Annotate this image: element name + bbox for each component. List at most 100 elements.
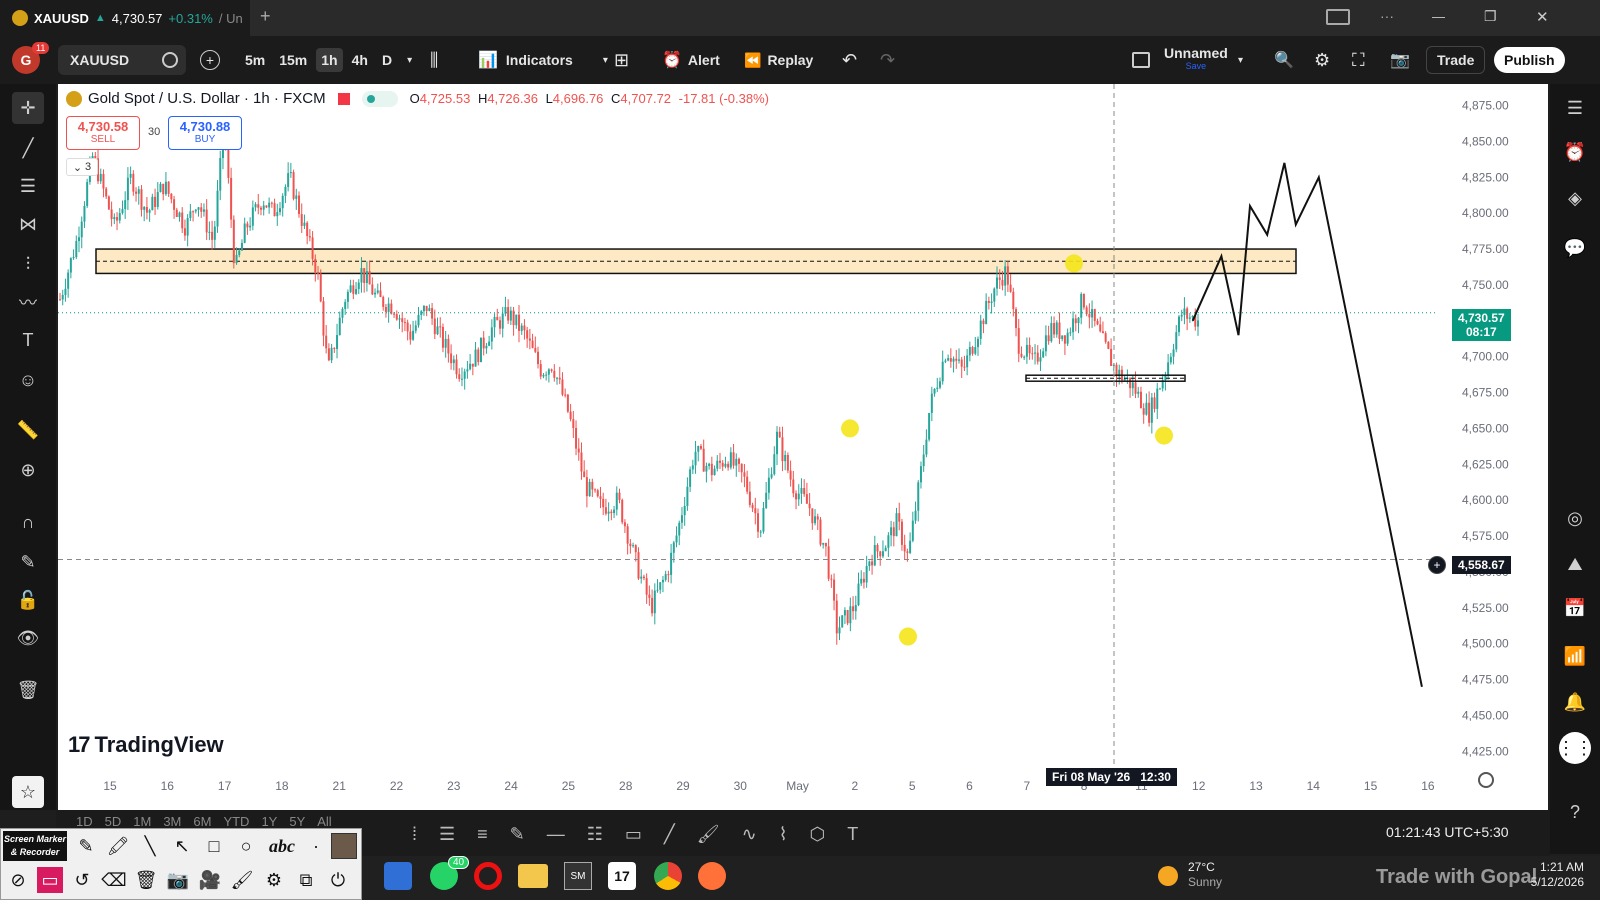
- help-icon[interactable]: ?: [1559, 796, 1591, 828]
- pen-icon[interactable]: ✎: [73, 833, 99, 859]
- settings-icon[interactable]: ⚙: [1314, 50, 1330, 71]
- resistance-zone[interactable]: [95, 248, 1297, 275]
- channel-icon[interactable]: ☷: [587, 824, 603, 845]
- eraser-icon[interactable]: ⌫: [101, 867, 127, 893]
- range-1y[interactable]: 1Y: [261, 814, 277, 829]
- replay-button[interactable]: ⏪ Replay: [744, 36, 813, 84]
- fullscreen-icon[interactable]: ⛶: [1352, 50, 1365, 71]
- rectangle-icon[interactable]: □: [201, 833, 227, 859]
- circle-icon[interactable]: ○: [233, 833, 259, 859]
- lock-icon[interactable]: 🔓: [12, 584, 44, 616]
- chevron-down-icon[interactable]: ▾: [1238, 55, 1243, 66]
- window-icon[interactable]: ⧉: [293, 867, 319, 893]
- trash-icon[interactable]: 🗑: [133, 867, 159, 893]
- gear-icon[interactable]: ⚙: [261, 867, 287, 893]
- chevron-down-icon[interactable]: ▾: [407, 55, 412, 66]
- dot-icon[interactable]: ·: [303, 833, 329, 859]
- bell-icon[interactable]: 🔔: [1559, 686, 1591, 718]
- chrome-icon[interactable]: [654, 862, 682, 890]
- quick-search-icon[interactable]: 🔍: [1274, 50, 1294, 70]
- minimize-button[interactable]: —: [1432, 9, 1445, 24]
- opera-icon[interactable]: [474, 862, 502, 890]
- rectangle-icon[interactable]: ▭: [625, 824, 642, 845]
- forecast-icon[interactable]: ⫶: [12, 248, 44, 280]
- polygon-icon[interactable]: ⬡: [810, 824, 826, 845]
- camera-icon[interactable]: 📷: [165, 867, 191, 893]
- curve-icon[interactable]: ∿: [742, 824, 757, 845]
- system-clock[interactable]: 1:21 AM 5/12/2026: [1488, 860, 1584, 890]
- price-chart[interactable]: 4,425.00 4,450.00 4,475.00 4,500.00 4,525.00…: [58, 84, 1548, 810]
- watchlist-icon[interactable]: ☰: [1559, 92, 1591, 124]
- flag-icon[interactable]: [337, 92, 350, 105]
- monitor-icon[interactable]: ▭: [37, 867, 63, 893]
- chart-pane[interactable]: 4,425.00 4,450.00 4,475.00 4,500.00 4,525.00…: [58, 84, 1548, 810]
- user-avatar[interactable]: G 11: [12, 36, 50, 84]
- range-ytd[interactable]: YTD: [223, 814, 249, 829]
- fib-icon[interactable]: ☰: [12, 170, 44, 202]
- lines-icon[interactable]: ☰: [439, 824, 455, 845]
- zoom-icon[interactable]: ⊕: [12, 454, 44, 486]
- target-icon[interactable]: ◎: [1559, 502, 1591, 534]
- power-icon[interactable]: ⏻: [325, 867, 351, 893]
- sell-button[interactable]: 4,730.58 SELL: [66, 116, 140, 150]
- settings-icon[interactable]: [1478, 772, 1494, 788]
- chart-type-icon[interactable]: ⫼: [430, 50, 438, 71]
- chevron-down-icon[interactable]: ▾: [603, 55, 608, 66]
- lock-pencil-icon[interactable]: ✎: [12, 546, 44, 578]
- symbol-search[interactable]: XAUUSD: [58, 45, 186, 75]
- store-icon[interactable]: [384, 862, 412, 890]
- legend-title[interactable]: Gold Spot / U.S. Dollar · 1h · FXCM: [88, 90, 326, 107]
- arrow-icon[interactable]: ↖: [169, 833, 195, 859]
- screenmarker-app-icon[interactable]: SM: [564, 862, 592, 890]
- range-3m[interactable]: 3M: [163, 814, 181, 829]
- indicators-button[interactable]: 📊 Indicators ▾: [478, 36, 608, 84]
- market-status-icon[interactable]: [361, 90, 398, 107]
- marker-icon[interactable]: 🖍: [105, 833, 131, 859]
- brush-icon[interactable]: 〰: [12, 286, 44, 318]
- line-icon[interactable]: ╲: [137, 833, 163, 859]
- ruler-icon[interactable]: 📏: [12, 414, 44, 446]
- apps-grid-icon[interactable]: ⋮⋮: [1557, 732, 1593, 764]
- text-icon[interactable]: T: [847, 824, 858, 845]
- chart-tab[interactable]: XAUUSD ▲ 4,730.57 +0.31% / Un: [0, 0, 250, 36]
- interval-5m[interactable]: 5m: [240, 48, 270, 72]
- layout-name-button[interactable]: Unnamed Save: [1164, 36, 1228, 84]
- buy-button[interactable]: 4,730.88 BUY: [168, 116, 242, 150]
- publish-button[interactable]: Publish: [1494, 47, 1565, 73]
- brush-icon[interactable]: 🖌: [229, 867, 255, 893]
- hline-icon[interactable]: —: [547, 824, 565, 845]
- parallel-icon[interactable]: ≡: [477, 824, 488, 845]
- folder-icon[interactable]: [518, 864, 548, 888]
- line-icon[interactable]: ╱: [664, 824, 675, 845]
- drag-handle-icon[interactable]: ⁞: [412, 824, 417, 845]
- interval-1h[interactable]: 1h: [316, 48, 343, 72]
- range-1m[interactable]: 1M: [133, 814, 151, 829]
- interval-D[interactable]: D: [377, 48, 397, 72]
- range-5y[interactable]: 5Y: [289, 814, 305, 829]
- pencil-icon[interactable]: ✎: [510, 824, 525, 845]
- restore-button[interactable]: ❐: [1484, 8, 1497, 25]
- brush-icon[interactable]: 🖌: [697, 824, 720, 845]
- undo-icon[interactable]: ↶: [842, 50, 857, 71]
- layouts-icon[interactable]: ⊞: [614, 50, 629, 71]
- ideas-icon[interactable]: ⛰: [1559, 548, 1591, 580]
- text-tool[interactable]: abc: [265, 833, 299, 859]
- path-icon[interactable]: ⌇: [779, 824, 788, 845]
- utc-clock[interactable]: 01:21:43 UTC+5:30: [1386, 824, 1509, 840]
- range-all[interactable]: All: [317, 814, 331, 829]
- hide-icon[interactable]: ⊘: [5, 867, 31, 893]
- alert-button[interactable]: ⏰ Alert: [662, 36, 720, 84]
- signal-icon[interactable]: 📶: [1559, 640, 1591, 672]
- firefox-icon[interactable]: [698, 862, 726, 890]
- trendline-icon[interactable]: ╱: [12, 132, 44, 164]
- range-6m[interactable]: 6M: [193, 814, 211, 829]
- magnet-icon[interactable]: ∩: [12, 506, 44, 538]
- chat-icon[interactable]: 💬: [1559, 232, 1591, 264]
- trade-button[interactable]: Trade: [1426, 46, 1486, 74]
- color-swatch[interactable]: [331, 833, 357, 859]
- compare-icon[interactable]: [162, 52, 178, 68]
- alerts-icon[interactable]: ⏰: [1559, 136, 1591, 168]
- redo-icon[interactable]: ↷: [880, 50, 895, 71]
- add-symbol-icon[interactable]: +: [200, 50, 220, 70]
- projection-path[interactable]: [1191, 162, 1423, 687]
